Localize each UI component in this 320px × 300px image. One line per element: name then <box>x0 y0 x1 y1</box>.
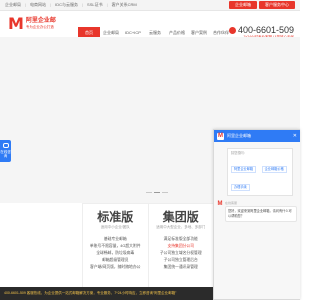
brand-slogan: 专为企业办公打造 <box>25 25 54 29</box>
plan-name: 标准版 <box>97 210 134 224</box>
separator: | <box>25 2 27 7</box>
carousel-dot-active[interactable] <box>154 192 160 193</box>
plan-feature: 子公司独立域名分权管理 <box>159 251 202 255</box>
quick-question-option[interactable]: 办理手续 <box>231 184 250 191</box>
plan-feature: 集团统一通讯录管理 <box>163 265 198 269</box>
topbar-link[interactable]: SSL证书 <box>87 2 103 8</box>
plan-feature-highlight: 支持集团分公司 <box>167 244 195 248</box>
quick-question-title: 猜您想问： <box>231 151 247 155</box>
topbar-link[interactable]: 电商网站 <box>30 2 46 8</box>
carousel-dot[interactable] <box>146 192 152 193</box>
plan-subtitle: 适用中大型企业，多地、多部门 <box>156 225 206 229</box>
chat-header: M 阿里企业邮箱 ✕ <box>214 130 300 142</box>
agent-avatar: M <box>217 201 223 207</box>
brand-name: 阿里企业邮 <box>25 18 56 24</box>
plan-feature: 满足标准版全部功能 <box>163 237 198 241</box>
separator: | <box>106 2 108 7</box>
chat-title: 阿里企业邮箱 <box>227 133 251 138</box>
plan-feature: 基础专业邮箱 <box>103 237 127 241</box>
mail-login-button[interactable]: 企业邮箱 <box>229 1 257 9</box>
hotline-number: 400-6601-509 <box>237 25 294 35</box>
plan-feature: 全球畅邮，防垃圾病毒 <box>96 251 135 255</box>
plan-name: 集团版 <box>162 210 199 224</box>
plan-feature: 邮箱超级管理员 <box>101 258 129 262</box>
message-block: 在线客服 您好，欢迎来到阿里企业邮箱，请问有什么可以帮助您？ <box>225 201 297 222</box>
floating-consult-label: 在线咨询 <box>0 150 11 158</box>
topbar-links: 企业邮局 | 电商网站 | IDC与云服务 | SSL证书 | 客户关系CRM <box>5 2 137 8</box>
plan-feature: 单账号不限容量，4G超大附件 <box>89 244 141 248</box>
quick-question-card: 猜您想问： 阿里企业邮箱 企业邮箱价格 办理手续 <box>227 148 293 196</box>
carousel-dot[interactable] <box>162 192 168 193</box>
floating-consult-button[interactable]: 在线咨询 <box>0 140 11 162</box>
chat-bubble-icon <box>2 143 9 148</box>
pricing-plans: 标准版 适用中小企业/团队 基础专业邮箱 单账号不限容量，4G超大附件 全球畅邮… <box>82 203 214 300</box>
plan-card-group[interactable]: 集团版 适用中大型企业，多地、多部门 满足标准版全部功能 支持集团分公司 子公司… <box>149 204 214 299</box>
logo-text: 阿里企业邮 专为企业办公打造 <box>26 18 56 30</box>
plan-subtitle: 适用中小企业/团队 <box>100 225 130 229</box>
message-bubble: 您好，欢迎来到阿里企业邮箱，请问有什么可以帮助您？ <box>225 206 297 222</box>
quick-question-option[interactable]: 阿里企业邮箱 <box>231 166 257 173</box>
separator: | <box>81 2 84 7</box>
client-center-button[interactable]: 客户服务中心 <box>259 1 295 9</box>
topbar-link[interactable]: IDC与云服务 <box>55 2 78 8</box>
top-utility-bar: 企业邮局 | 电商网站 | IDC与云服务 | SSL证书 | 客户关系CRM 企业邮箱… <box>0 0 300 11</box>
quick-question-option[interactable]: 企业邮箱价格 <box>261 166 287 173</box>
chat-message: M 在线客服 您好，欢迎来到阿里企业邮箱，请问有什么可以帮助您？ <box>217 201 297 222</box>
plan-feature: 客户端/网页版，随时随地办公 <box>90 265 141 269</box>
chat-widget: M 阿里企业邮箱 ✕ 猜您想问： 阿里企业邮箱 企业邮箱价格 办理手续 M 在线… <box>213 129 300 300</box>
plan-card-standard[interactable]: 标准版 适用中小企业/团队 基础专业邮箱 单账号不限容量，4G超大附件 全球畅邮… <box>83 204 149 299</box>
site-logo[interactable]: M 阿里企业邮 专为企业办公打造 <box>8 16 56 32</box>
chat-logo-icon: M <box>217 132 224 140</box>
phone-icon <box>228 26 236 34</box>
hotline-number-row: 400-6601-509 <box>228 25 294 35</box>
bottom-notice-bar[interactable]: 400-6601-509 客服热线，为企业提供一站式邮箱解决方案，专业服务，7*… <box>0 287 213 300</box>
separator: | <box>50 2 52 7</box>
topbar-actions: 企业邮箱 客户服务中心 <box>229 1 295 9</box>
site-header: M 阿里企业邮 专为企业办公打造 首页 企业邮局 IDC+ICP 云服务 产品价… <box>0 11 300 39</box>
plan-feature: 子公司独立管理后台 <box>163 258 198 262</box>
topbar-link[interactable]: 客户关系CRM <box>112 2 137 8</box>
topbar-link[interactable]: 企业邮局 <box>5 2 21 8</box>
chat-body: 猜您想问： 阿里企业邮箱 企业邮箱价格 办理手续 M 在线客服 您好，欢迎来到阿… <box>214 142 300 299</box>
close-icon[interactable]: ✕ <box>293 133 297 139</box>
carousel-dots <box>146 192 168 193</box>
logo-mark: M <box>8 14 24 33</box>
